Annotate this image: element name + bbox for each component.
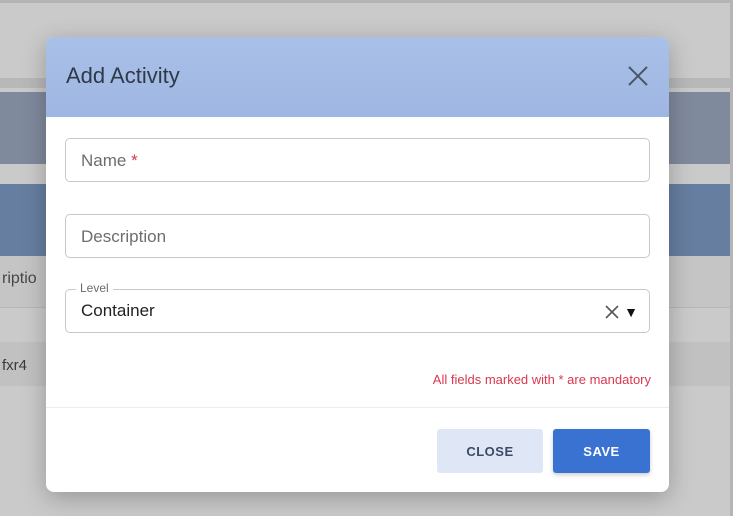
required-marker: * [131, 151, 138, 170]
dialog-title: Add Activity [66, 63, 180, 88]
close-icon[interactable] [625, 63, 651, 89]
level-value: Container [81, 301, 155, 320]
name-field[interactable]: Name * [65, 138, 650, 182]
description-placeholder: Description [81, 227, 167, 246]
dialog-body: Name * Description Level Container ▼ All… [46, 117, 669, 407]
description-field[interactable]: Description [65, 214, 650, 258]
level-label: Level [76, 281, 113, 295]
clear-icon[interactable] [603, 302, 621, 320]
add-activity-dialog: Add Activity Name * Description Level Co… [46, 37, 669, 492]
dropdown-arrow-icon[interactable]: ▼ [624, 304, 638, 320]
save-button[interactable]: SAVE [553, 429, 650, 473]
name-placeholder: Name * [81, 151, 138, 170]
close-button[interactable]: CLOSE [437, 429, 543, 473]
level-select[interactable]: Level Container ▼ [65, 281, 650, 333]
dialog-header: Add Activity [46, 37, 669, 117]
mandatory-note: All fields marked with * are mandatory [432, 372, 651, 387]
dialog-footer: CLOSE SAVE [46, 407, 669, 492]
